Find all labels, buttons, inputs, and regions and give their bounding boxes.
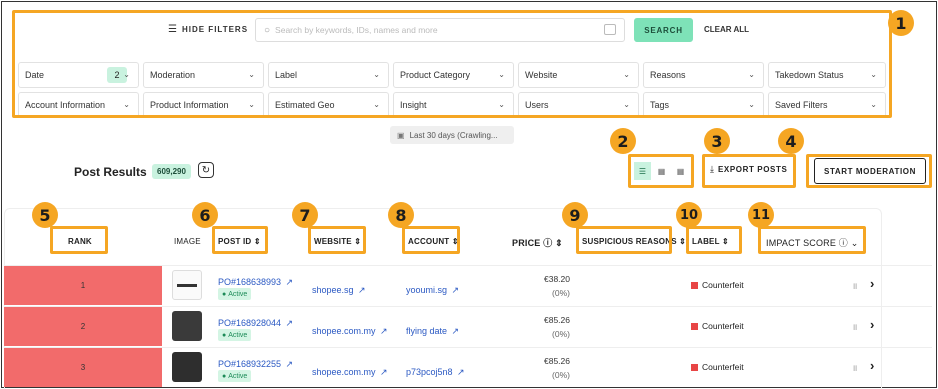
annotation-badge-2: 2: [610, 128, 636, 154]
chevron-right-icon[interactable]: ›: [870, 358, 874, 373]
annotation-badge-11: 11: [748, 202, 774, 228]
date-range-chip[interactable]: ▣ Last 30 days (Crawling...: [390, 126, 514, 144]
annotation-box-post-id: [212, 226, 268, 254]
status-badge: ● Active: [218, 288, 252, 300]
pause-icon[interactable]: ॥: [852, 279, 857, 292]
annotation-badge-4: 4: [778, 128, 804, 154]
product-thumbnail[interactable]: [172, 270, 202, 300]
price-change: (0%): [552, 288, 570, 298]
table-row[interactable]: 2 PO#168928044 ↗ ● Active shopee.com.my …: [4, 306, 932, 346]
results-count-badge: 609,290: [152, 164, 191, 179]
external-link-icon: ↗: [451, 285, 460, 295]
results-title: Post Results: [74, 165, 147, 179]
calendar-icon: ▣: [397, 130, 405, 140]
label-color-swatch: [691, 282, 698, 289]
annotation-badge-5: 5: [32, 202, 58, 228]
annotation-box-moderation: [806, 154, 932, 188]
external-link-icon: ↗: [285, 277, 294, 287]
account-link[interactable]: p73pcoj5n8 ↗: [406, 362, 465, 380]
website-link[interactable]: shopee.com.my ↗: [312, 321, 388, 339]
website-link[interactable]: shopee.com.my ↗: [312, 362, 388, 380]
annotation-box-label: [686, 226, 742, 254]
pause-icon[interactable]: ॥: [852, 361, 857, 374]
label-value: Counterfeit: [702, 280, 744, 290]
rank-cell: 3: [4, 348, 162, 387]
external-link-icon: ↗: [358, 285, 366, 295]
rank-cell: 2: [4, 307, 162, 346]
chevron-right-icon[interactable]: ›: [870, 317, 874, 332]
annotation-badge-9: 9: [562, 202, 588, 228]
chevron-right-icon[interactable]: ›: [870, 276, 874, 291]
info-icon: ⓘ: [543, 238, 553, 248]
product-thumbnail[interactable]: [172, 311, 202, 341]
annotation-badge-3: 3: [704, 128, 730, 154]
status-badge: ● Active: [218, 329, 252, 341]
external-link-icon: ↗: [285, 359, 294, 369]
sort-icon: ⇕: [555, 238, 563, 248]
price-value: €38.20: [544, 274, 570, 284]
annotation-badge-1: 1: [888, 10, 914, 36]
annotation-box-rank: [50, 226, 108, 254]
annotation-box-website: [308, 226, 366, 254]
external-link-icon: ↗: [379, 326, 388, 336]
external-link-icon: ↗: [379, 367, 388, 377]
annotation-box-view-toggle: [628, 154, 694, 188]
product-thumbnail[interactable]: [172, 352, 202, 382]
label-value: Counterfeit: [702, 362, 744, 372]
column-image: IMAGE: [174, 237, 201, 246]
annotation-badge-8: 8: [388, 202, 414, 228]
rank-cell: 1: [4, 266, 162, 305]
price-value: €85.26: [544, 356, 570, 366]
annotation-box-export: [702, 154, 796, 188]
label-color-swatch: [691, 364, 698, 371]
price-change: (0%): [552, 329, 570, 339]
column-price[interactable]: PRICE ⓘ ⇕: [512, 236, 563, 249]
pause-icon[interactable]: ॥: [852, 320, 857, 333]
price-value: €85.26: [544, 315, 570, 325]
account-link[interactable]: yooumi.sg ↗: [406, 280, 459, 298]
refresh-icon[interactable]: ↻: [198, 162, 214, 178]
annotation-box-filters: [12, 10, 892, 118]
price-change: (0%): [552, 370, 570, 380]
status-badge: ● Active: [218, 370, 252, 382]
annotation-badge-7: 7: [292, 202, 318, 228]
annotation-box-account: [402, 226, 460, 254]
label-value: Counterfeit: [702, 321, 744, 331]
website-link[interactable]: shopee.sg ↗: [312, 280, 366, 298]
annotation-badge-6: 6: [192, 202, 218, 228]
label-color-swatch: [691, 323, 698, 330]
external-link-icon: ↗: [451, 326, 460, 336]
table-row[interactable]: 3 PO#168932255 ↗ ● Active shopee.com.my …: [4, 347, 932, 387]
external-link-icon: ↗: [285, 318, 294, 328]
account-link[interactable]: flying date ↗: [406, 321, 459, 339]
annotation-box-impact-score: [758, 226, 866, 254]
annotation-box-suspicious-reasons: [576, 226, 672, 254]
external-link-icon: ↗: [457, 367, 465, 377]
annotation-badge-10: 10: [676, 202, 702, 228]
table-row[interactable]: 1 PO#168638993 ↗ ● Active shopee.sg ↗ yo…: [4, 265, 932, 305]
